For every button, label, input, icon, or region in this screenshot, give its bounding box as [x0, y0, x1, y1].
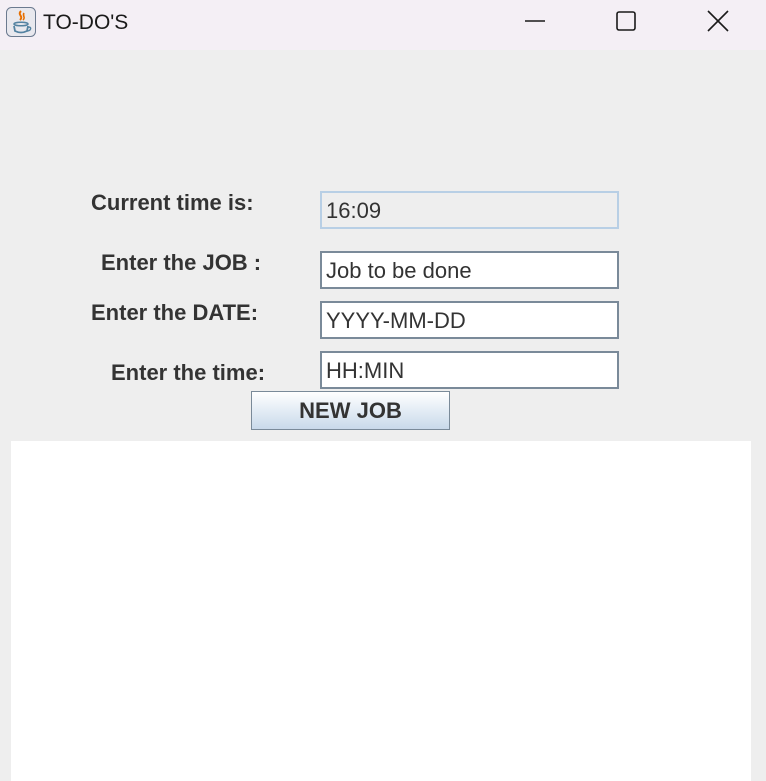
job-input[interactable]: Job to be done	[320, 251, 619, 289]
maximize-icon	[615, 10, 637, 37]
job-label: Enter the JOB :	[101, 250, 262, 275]
current-time-field: 16:09	[320, 191, 619, 229]
time-label: Enter the time:	[111, 360, 266, 385]
java-icon	[6, 7, 36, 37]
close-button[interactable]	[673, 0, 763, 46]
window-title: TO-DO'S	[43, 11, 129, 34]
time-input[interactable]: HH:MIN	[320, 351, 619, 389]
date-input[interactable]: YYYY-MM-DD	[320, 301, 619, 339]
maximize-button[interactable]	[581, 0, 671, 46]
minimize-button[interactable]	[490, 0, 580, 46]
title-bar[interactable]: TO-DO'S	[0, 0, 766, 50]
current-time-label: Current time is:	[91, 190, 254, 215]
new-job-button[interactable]: NEW JOB	[251, 391, 450, 430]
minimize-icon	[524, 10, 546, 37]
todo-window: TO-DO'S Current time is: 16:09 Enter the…	[0, 0, 766, 781]
date-label: Enter the DATE:	[91, 300, 259, 325]
close-icon	[707, 9, 729, 37]
job-list-area[interactable]	[11, 441, 751, 781]
